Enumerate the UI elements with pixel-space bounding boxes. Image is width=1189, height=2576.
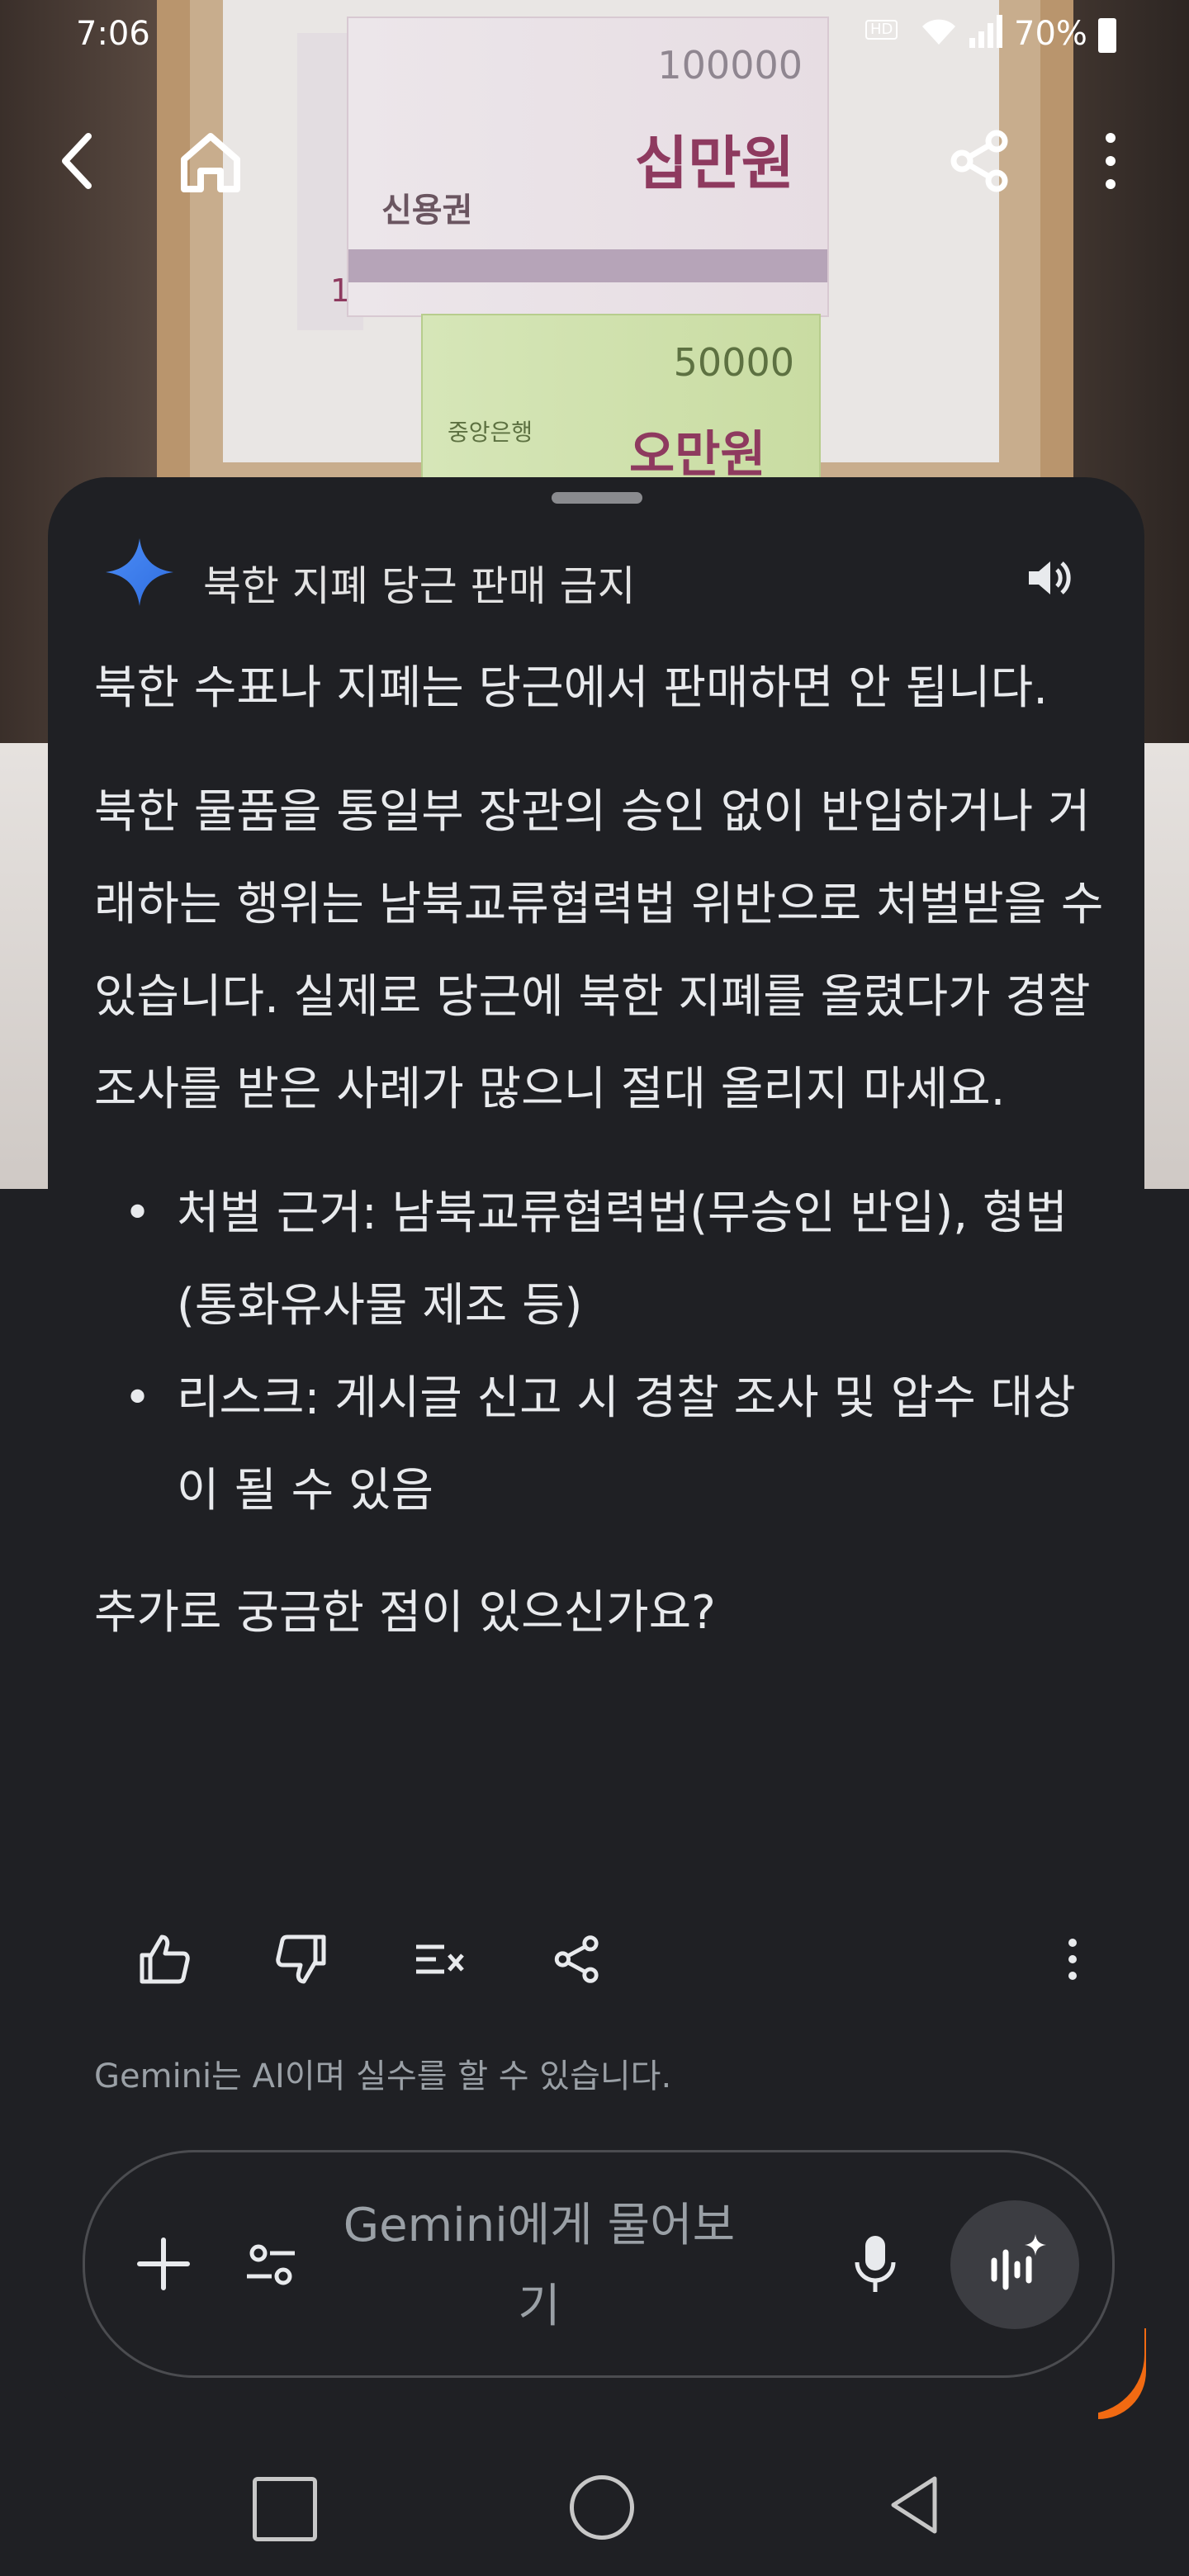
prompt-input-bar: Gemini에게 물어보기 bbox=[83, 2150, 1115, 2378]
response-content: 북한 수표나 지폐는 당근에서 판매하면 안 됩니다. 북한 물품을 통일부 장… bbox=[94, 642, 1110, 1691]
hd-voice-icon: HD bbox=[865, 20, 898, 40]
microphone-button[interactable] bbox=[830, 2218, 921, 2309]
bullet-dot: • bbox=[124, 1186, 152, 1240]
thumbs-down-button[interactable] bbox=[256, 1914, 347, 2005]
thumbs-down-icon bbox=[276, 1934, 326, 1984]
tune-icon bbox=[247, 2244, 295, 2285]
gemini-sparkle-icon bbox=[106, 538, 173, 606]
speaker-icon[interactable] bbox=[1022, 552, 1075, 604]
response-paragraph-2: 북한 물품을 통일부 장관의 승인 없이 반입하거나 거래하는 행위는 남북교류… bbox=[94, 785, 1104, 1116]
response-actions bbox=[48, 1914, 1144, 2013]
plus-icon bbox=[137, 2237, 190, 2290]
battery-icon bbox=[1098, 18, 1116, 53]
thumbs-up-icon bbox=[140, 1934, 190, 1984]
response-paragraph-1: 북한 수표나 지폐는 당근에서 판매하면 안 됩니다. bbox=[94, 661, 1049, 715]
home-button[interactable] bbox=[165, 116, 256, 206]
bullet-dot: • bbox=[124, 1371, 152, 1425]
share-button[interactable] bbox=[935, 116, 1026, 206]
gemini-live-button[interactable] bbox=[950, 2200, 1079, 2329]
signal-icon bbox=[968, 13, 1004, 58]
sheet-header: 북한 지폐 당근 판매 금지 bbox=[48, 535, 1144, 626]
more-vert-icon bbox=[1068, 1939, 1077, 1980]
banknote-band bbox=[348, 249, 827, 282]
tools-button[interactable] bbox=[225, 2218, 316, 2309]
gemini-response-sheet: 북한 지폐 당근 판매 금지 북한 수표나 지폐는 당근에서 판매하면 안 됩니… bbox=[48, 477, 1144, 2414]
thumbs-up-button[interactable] bbox=[119, 1914, 210, 2005]
battery-percent: 70% bbox=[1014, 15, 1087, 53]
back-arrow-icon bbox=[62, 133, 92, 189]
back-button[interactable] bbox=[33, 116, 124, 206]
response-share-button[interactable] bbox=[532, 1914, 623, 2005]
banknote-50000: 50000 중앙은행 오만원 bbox=[421, 314, 821, 499]
prompt-input[interactable]: Gemini에게 물어보기 bbox=[333, 2185, 746, 2347]
home-icon bbox=[181, 133, 240, 192]
more-options-button[interactable] bbox=[1065, 116, 1156, 206]
live-waveform-sparkle-icon bbox=[991, 2234, 1046, 2290]
response-more-button[interactable] bbox=[1027, 1914, 1118, 2005]
double-check-icon bbox=[416, 1944, 464, 1974]
double-check-button[interactable] bbox=[395, 1914, 486, 2005]
microphone-icon bbox=[855, 2236, 896, 2292]
recents-button[interactable] bbox=[253, 2477, 317, 2541]
response-title: 북한 지폐 당근 판매 금지 bbox=[203, 562, 636, 610]
system-back-icon[interactable] bbox=[885, 2472, 943, 2538]
share-icon bbox=[950, 130, 1008, 192]
status-time: 7:06 bbox=[76, 15, 150, 53]
banknote2-denomination: 오만원 bbox=[629, 426, 766, 484]
top-navigation bbox=[0, 99, 1189, 215]
bullet-item: • 처벌 근거: 남북교류협력법(무승인 반입), 형법(통화유사물 제조 등) bbox=[94, 1167, 1110, 1352]
system-navigation-bar bbox=[0, 2427, 1189, 2576]
wifi-icon bbox=[918, 15, 959, 56]
ai-disclaimer: Gemini는 AI이며 실수를 할 수 있습니다. bbox=[94, 2057, 672, 2095]
banknote2-value: 50000 bbox=[673, 340, 794, 385]
status-bar: 7:06 HD 70% bbox=[0, 0, 1189, 74]
response-bullet-list: • 처벌 근거: 남북교류협력법(무승인 반입), 형법(통화유사물 제조 등) … bbox=[94, 1167, 1110, 1537]
bullet-text: 리스크: 게시글 신고 시 경찰 조사 및 압수 대상이 될 수 있음 bbox=[177, 1371, 1076, 1518]
bullet-text: 처벌 근거: 남북교류협력법(무승인 반입), 형법(통화유사물 제조 등) bbox=[177, 1186, 1068, 1333]
add-attachment-button[interactable] bbox=[118, 2218, 209, 2309]
more-vert-icon bbox=[1106, 133, 1116, 189]
share-icon bbox=[554, 1935, 599, 1983]
banknote2-issuer: 중앙은행 bbox=[448, 419, 533, 446]
sheet-drag-handle[interactable] bbox=[552, 492, 642, 504]
bullet-item: • 리스크: 게시글 신고 시 경찰 조사 및 압수 대상이 될 수 있음 bbox=[94, 1352, 1110, 1537]
response-followup: 추가로 궁금한 점이 있으신가요? bbox=[94, 1586, 716, 1640]
system-home-button[interactable] bbox=[570, 2475, 634, 2540]
